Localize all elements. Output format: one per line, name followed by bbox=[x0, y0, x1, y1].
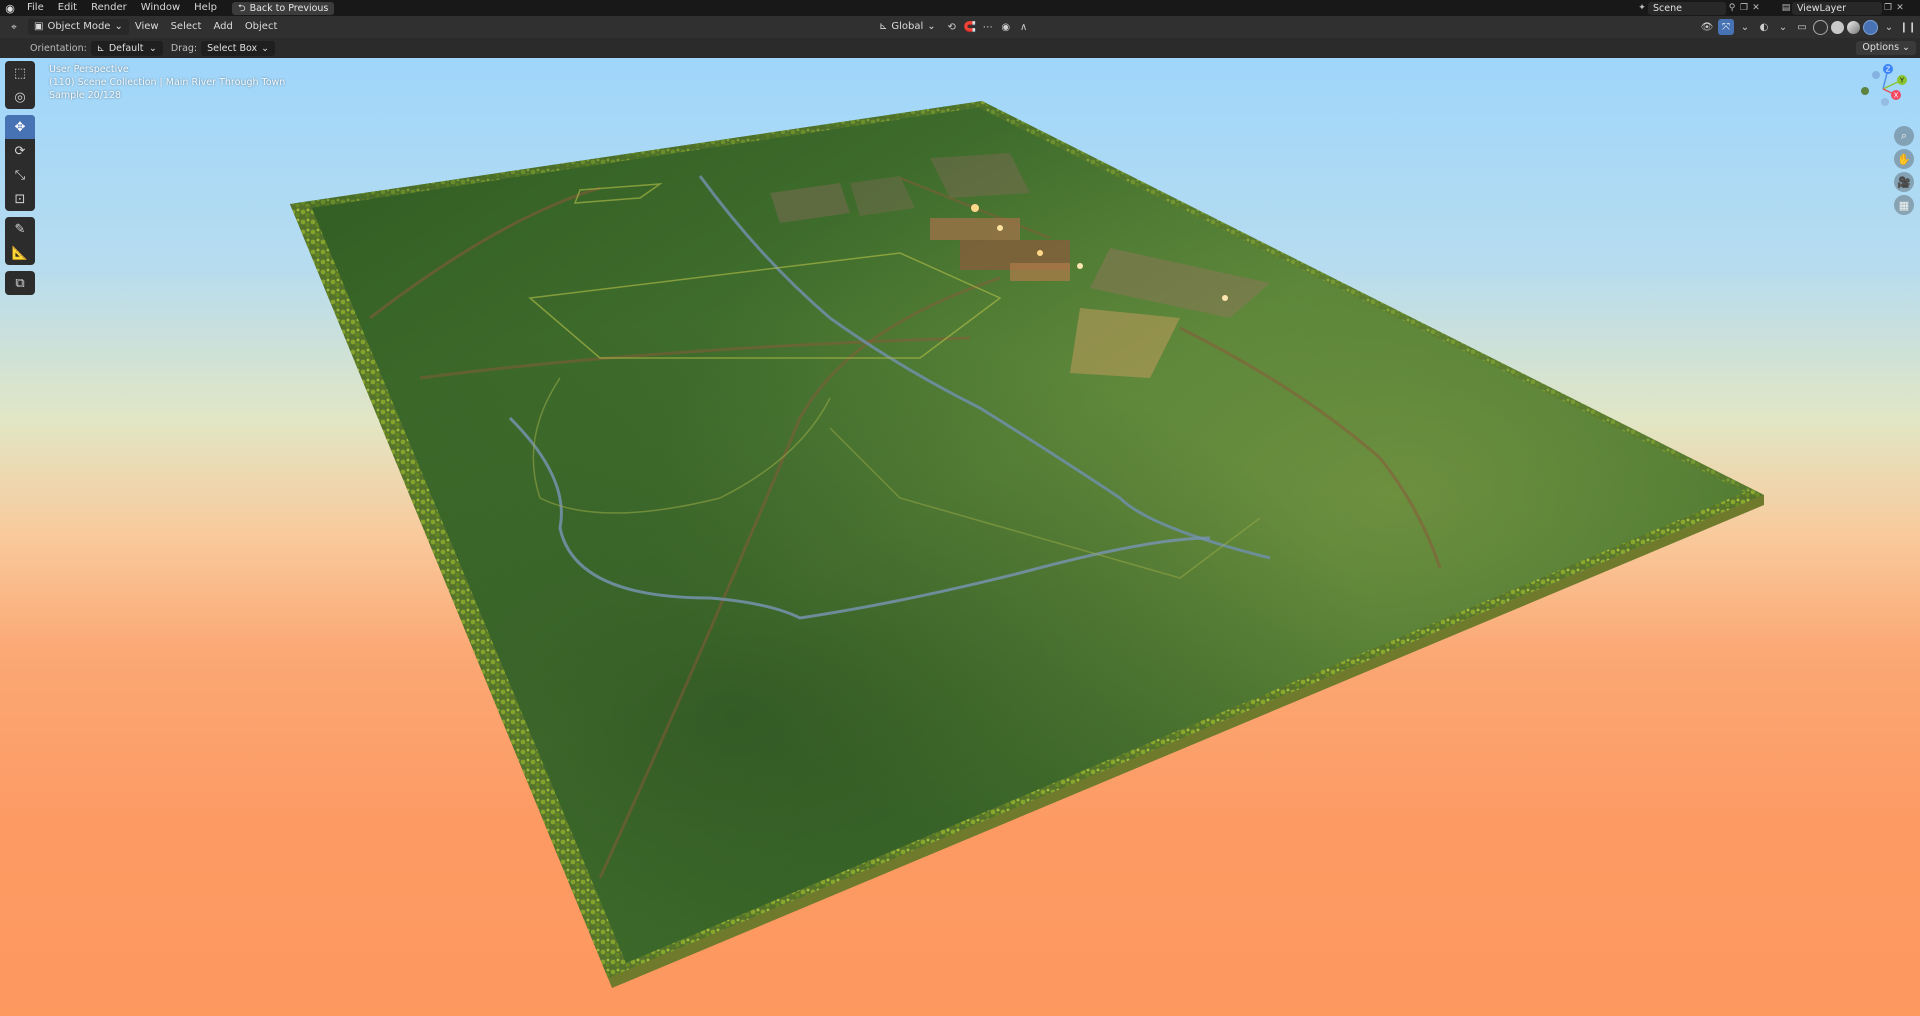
annotate-tools: ✎ 📐 bbox=[5, 217, 35, 265]
mode-dropdown[interactable]: ▣ Object Mode ⌄ bbox=[28, 19, 129, 35]
back-arrow-icon: ⮌ bbox=[237, 2, 246, 14]
selection-tools: ⬚ ◎ bbox=[5, 61, 35, 109]
menu-edit[interactable]: Edit bbox=[51, 0, 84, 16]
menu-object[interactable]: Object bbox=[239, 19, 284, 35]
move-icon[interactable]: ✥ bbox=[5, 115, 35, 139]
viewport-header: ⌖ ▣ Object Mode ⌄ View Select Add Object… bbox=[0, 16, 1920, 38]
chevron-down-icon: ⌄ bbox=[148, 42, 157, 54]
chevron-down-icon: ⌄ bbox=[114, 21, 123, 32]
pan-hand-icon[interactable]: ✋ bbox=[1894, 149, 1914, 169]
orientation-icon: ⊾ bbox=[96, 42, 105, 54]
menu-file[interactable]: File bbox=[20, 0, 51, 16]
menu-render[interactable]: Render bbox=[84, 0, 134, 16]
snap-target-icon[interactable]: ⋯ bbox=[980, 19, 996, 35]
menu-window[interactable]: Window bbox=[134, 0, 187, 16]
delete-scene-icon[interactable]: ✕ bbox=[1750, 2, 1762, 14]
transform-orientation-label: Global bbox=[891, 21, 924, 32]
rendered-shading-icon[interactable] bbox=[1863, 19, 1878, 35]
pin-icon[interactable]: ⚲ bbox=[1726, 2, 1738, 14]
orientation-dropdown[interactable]: ⊾ Default ⌄ bbox=[90, 40, 163, 56]
orientation-value: Default bbox=[108, 42, 144, 54]
navigation-gizmo[interactable]: Z Y X bbox=[1858, 64, 1908, 114]
back-to-previous-label: Back to Previous bbox=[249, 2, 329, 14]
scene-selector: ✦ Scene ⚲ ❐ ✕ bbox=[1636, 0, 1762, 16]
gizmo-z-label: Z bbox=[1886, 66, 1891, 74]
scene-name-field[interactable]: Scene bbox=[1648, 1, 1726, 15]
measure-icon[interactable]: 📐 bbox=[5, 241, 35, 265]
visibility-icon[interactable]: 👁 bbox=[1699, 19, 1715, 35]
add-tools: ⧉ bbox=[5, 271, 35, 295]
gizmo-toggle-icon[interactable]: ⤧ bbox=[1718, 19, 1734, 35]
snap-icon[interactable]: 🧲 bbox=[962, 19, 978, 35]
blender-logo-icon[interactable]: ◉ bbox=[0, 2, 20, 15]
wireframe-shading-icon[interactable] bbox=[1813, 19, 1828, 35]
overlays-icon[interactable]: ◐ bbox=[1756, 19, 1772, 35]
new-view-layer-icon[interactable]: ❐ bbox=[1882, 2, 1894, 14]
annotate-icon[interactable]: ✎ bbox=[5, 217, 35, 241]
drag-label: Drag: bbox=[170, 42, 198, 54]
zoom-icon[interactable]: ⌕ bbox=[1894, 126, 1914, 146]
scene-icon[interactable]: ✦ bbox=[1636, 2, 1648, 14]
back-to-previous-button[interactable]: ⮌ Back to Previous bbox=[231, 1, 335, 15]
delete-view-layer-icon[interactable]: ✕ bbox=[1894, 2, 1906, 14]
chevron-down-icon: ⌄ bbox=[927, 21, 936, 32]
add-cube-icon[interactable]: ⧉ bbox=[5, 271, 35, 295]
options-label: Options bbox=[1862, 42, 1900, 53]
terrain-render bbox=[290, 101, 1764, 988]
sidebar-toggle-icon[interactable]: ❙❙ bbox=[1900, 19, 1917, 35]
falloff-icon[interactable]: ∧ bbox=[1016, 19, 1032, 35]
camera-view-icon[interactable]: 🎥 bbox=[1894, 172, 1914, 192]
transform-icon[interactable]: ⊡ bbox=[5, 187, 35, 211]
pivot-point-icon[interactable]: ⟲ bbox=[944, 19, 960, 35]
object-mode-icon: ▣ bbox=[34, 21, 44, 32]
view-layer-icon[interactable]: ▤ bbox=[1780, 2, 1792, 14]
scale-icon[interactable]: ⤡ bbox=[5, 163, 35, 187]
overlays-dropdown-icon[interactable]: ⌄ bbox=[1775, 19, 1791, 35]
select-box-icon[interactable]: ⬚ bbox=[5, 61, 35, 85]
viewport-collection-label: (110) Scene Collection | Main River Thro… bbox=[49, 77, 286, 88]
drag-dropdown[interactable]: Select Box ⌄ bbox=[201, 40, 276, 56]
menu-help[interactable]: Help bbox=[187, 0, 224, 16]
options-button[interactable]: Options ⌄ bbox=[1856, 41, 1916, 55]
editor-type-icon[interactable]: ⌖ bbox=[6, 19, 22, 35]
proportional-edit-icon[interactable]: ◉ bbox=[998, 19, 1014, 35]
orientation-label: Orientation: bbox=[30, 42, 87, 54]
menu-select[interactable]: Select bbox=[165, 19, 208, 35]
menu-add[interactable]: Add bbox=[207, 19, 238, 35]
ortho-grid-icon[interactable]: ▦ bbox=[1894, 195, 1914, 215]
transform-controls: ⊾ Global ⌄ ⟲ 🧲 ⋯ ◉ ∧ bbox=[873, 16, 1032, 38]
menu-view[interactable]: View bbox=[129, 19, 165, 35]
solid-shading-icon[interactable] bbox=[1831, 20, 1844, 34]
cursor-icon[interactable]: ◎ bbox=[5, 85, 35, 109]
top-menu-bar: ◉ File Edit Render Window Help ⮌ Back to… bbox=[0, 0, 1920, 16]
material-shading-icon[interactable] bbox=[1847, 20, 1860, 34]
xray-icon[interactable]: ▭ bbox=[1794, 19, 1810, 35]
tool-shelf: ⬚ ◎ ✥ ⟳ ⤡ ⊡ ✎ 📐 ⧉ bbox=[5, 61, 35, 301]
view-layer-selector: ▤ ViewLayer ❐ ✕ bbox=[1780, 0, 1906, 16]
mode-label: Object Mode bbox=[47, 21, 111, 32]
gizmo-x-label: X bbox=[1894, 92, 1899, 100]
gizmo-y-label: Y bbox=[1899, 77, 1905, 85]
orientation-axes-icon: ⊾ bbox=[879, 21, 888, 32]
viewport-perspective-label: User Perspective bbox=[49, 64, 129, 75]
transform-orientation-dropdown[interactable]: ⊾ Global ⌄ bbox=[873, 19, 942, 35]
drag-value: Select Box bbox=[207, 42, 258, 54]
gizmo-dropdown-icon[interactable]: ⌄ bbox=[1737, 19, 1753, 35]
transform-tools: ✥ ⟳ ⤡ ⊡ bbox=[5, 115, 35, 211]
rotate-icon[interactable]: ⟳ bbox=[5, 139, 35, 163]
tool-settings-bar: Orientation: ⊾ Default ⌄ Drag: Select Bo… bbox=[0, 38, 1920, 59]
viewport-sample-label: Sample 20/128 bbox=[49, 90, 122, 101]
3d-viewport[interactable]: User Perspective (110) Scene Collection … bbox=[0, 58, 1920, 1016]
viewport-shading-controls: 👁 ⤧ ⌄ ◐ ⌄ ▭ ⌄ ❙❙ bbox=[1699, 16, 1920, 38]
new-scene-icon[interactable]: ❐ bbox=[1738, 2, 1750, 14]
chevron-down-icon: ⌄ bbox=[261, 42, 270, 54]
shading-dropdown-icon[interactable]: ⌄ bbox=[1881, 19, 1897, 35]
view-layer-field[interactable]: ViewLayer bbox=[1792, 1, 1882, 15]
